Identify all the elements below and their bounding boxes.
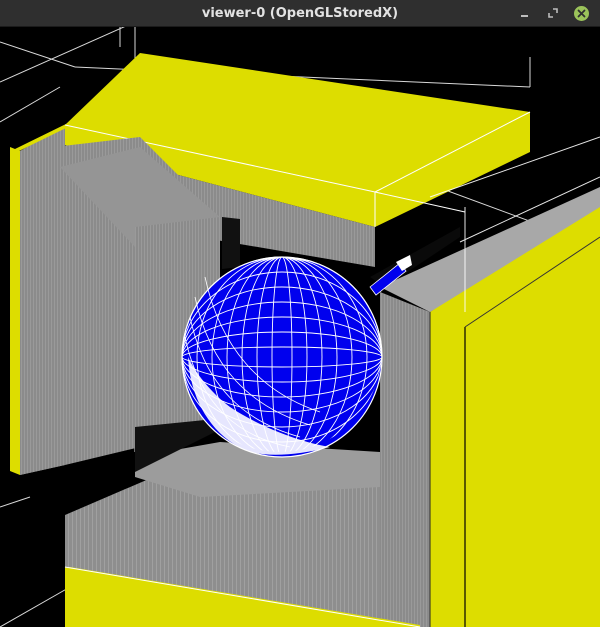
- close-button[interactable]: [573, 5, 589, 21]
- sphere-wireframe: [181, 255, 412, 458]
- right-yoke: [380, 187, 600, 627]
- minimize-button[interactable]: [516, 5, 532, 21]
- maximize-button[interactable]: [545, 5, 561, 21]
- maximize-icon: [548, 8, 558, 18]
- bottom-yoke: [64, 442, 421, 627]
- title-bar[interactable]: viewer-0 (OpenGLStoredX): [0, 0, 600, 27]
- scene-canvas: [0, 27, 600, 627]
- close-icon: [573, 5, 589, 21]
- minimize-icon: [520, 15, 528, 17]
- window-title: viewer-0 (OpenGLStoredX): [201, 6, 399, 21]
- opengl-viewport[interactable]: [0, 27, 600, 627]
- viewer-window: viewer-0 (OpenGLStoredX): [0, 0, 600, 627]
